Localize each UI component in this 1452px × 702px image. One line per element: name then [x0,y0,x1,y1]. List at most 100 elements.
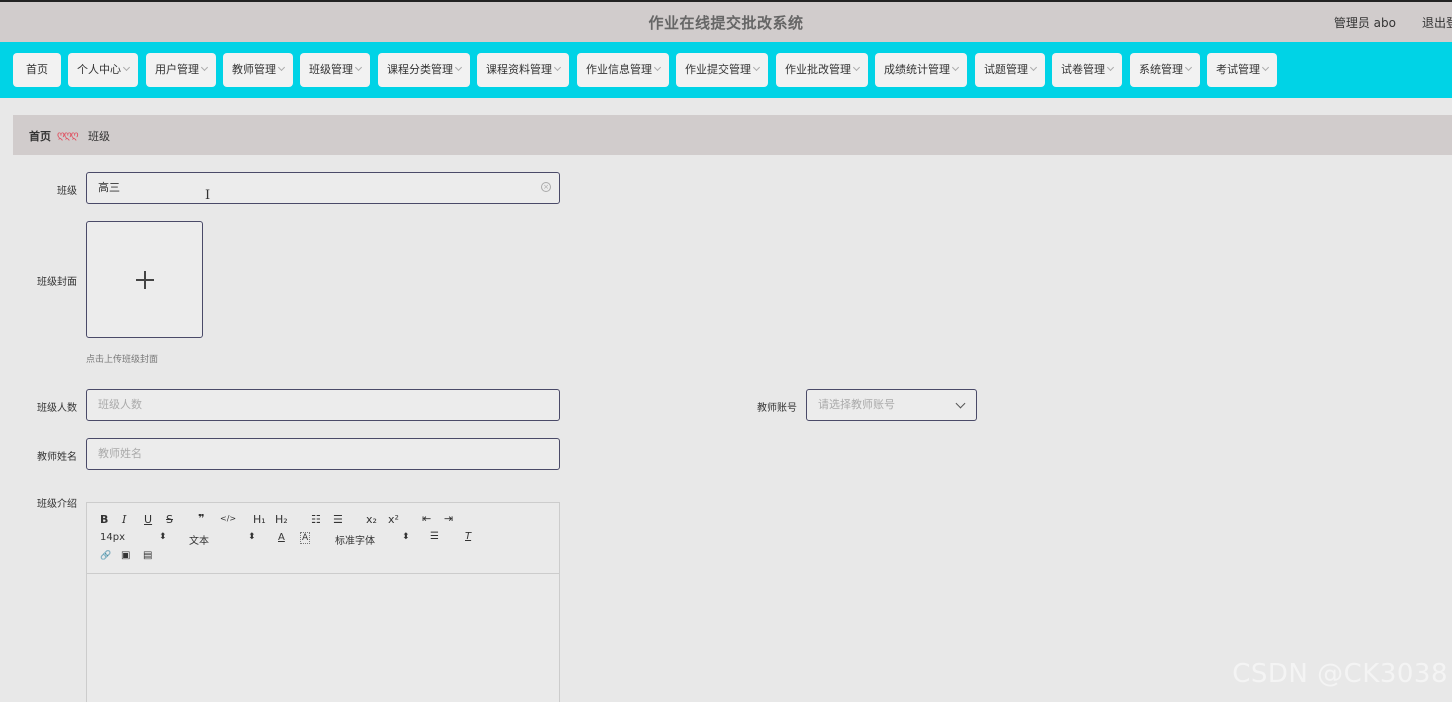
image-icon[interactable]: ▣ [121,550,130,561]
italic-button[interactable]: I [122,513,126,526]
logout-link[interactable]: 退出登 [1422,14,1452,31]
class-label: 班级 [57,186,77,197]
plus-icon-vertical [144,271,146,289]
current-user: 管理员 abo [1333,16,1396,30]
clear-format-icon[interactable]: T [465,531,471,542]
align-icon[interactable]: ☰ [430,531,439,542]
breadcrumb-home[interactable]: 首页 [29,128,51,144]
nav-class-management[interactable]: 班级管理 [300,53,370,87]
underline-button[interactable]: U [144,513,152,526]
nav-label: 首页 [26,63,48,76]
chevron-down-icon [1106,63,1115,72]
nav-label: 班级管理 [309,63,353,76]
nav-label: 试题管理 [984,63,1028,76]
nav-course-material-management[interactable]: 课程资料管理 [477,53,569,87]
class-input-value: 高三 [98,181,120,194]
nav-course-category-management[interactable]: 课程分类管理 [378,53,470,87]
cover-label: 班级封面 [37,277,77,288]
chevron-down-icon [955,398,966,409]
editor-content-area[interactable] [87,574,559,702]
chevron-down-icon [277,63,286,72]
nav-score-stats-management[interactable]: 成绩统计管理 [875,53,967,87]
h1-button[interactable]: H₁ [253,513,266,526]
video-icon[interactable]: ▤ [143,550,152,561]
font-color-icon[interactable]: A [278,532,285,543]
count-label: 班级人数 [37,403,77,414]
bullet-list-icon[interactable]: ☰ [333,513,343,526]
nav-personal-center[interactable]: 个人中心 [68,53,138,87]
background-color-icon[interactable]: A [300,532,311,544]
chevron-down-icon [951,63,960,72]
breadcrumb-current: 班级 [88,130,110,143]
nav-homework-submit-management[interactable]: 作业提交管理 [676,53,768,87]
teacher-account-label: 教师账号 [757,403,797,414]
teacher-name-label: 教师姓名 [37,452,77,463]
nav-paper-management[interactable]: 试卷管理 [1052,53,1122,87]
nav-user-management[interactable]: 用户管理 [146,53,216,87]
nav-label: 作业提交管理 [685,63,751,76]
nav-label: 系统管理 [1139,63,1183,76]
quote-icon[interactable]: ❞ [198,512,204,525]
chevron-down-icon [1184,63,1193,72]
editor-toolbar: B I U S ❞ </> H₁ H₂ ☷ ☰ x₂ x² ⇤ ⇥ 14px ⬍… [87,503,559,574]
nav-question-management[interactable]: 试题管理 [975,53,1045,87]
intro-label: 班级介绍 [37,499,77,510]
chevron-down-icon [200,63,209,72]
chevron-down-icon [752,63,761,72]
class-input[interactable]: 高三 I × [86,172,560,204]
nav-home[interactable]: 首页 [13,53,61,87]
nav-exam-management[interactable]: 考试管理 [1207,53,1277,87]
h2-button[interactable]: H₂ [275,513,288,526]
ordered-list-icon[interactable]: ☷ [311,513,321,526]
nav-homework-grading-management[interactable]: 作业批改管理 [776,53,868,87]
style-select[interactable]: 文本 [189,532,209,547]
teacher-account-placeholder: 请选择教师账号 [818,398,895,411]
size-select-arrow-icon: ⬍ [159,532,167,542]
cover-upload[interactable] [86,221,203,338]
indent-icon[interactable]: ⇥ [444,512,453,525]
chevron-down-icon [553,63,562,72]
code-icon[interactable]: </> [220,514,236,523]
nav-label: 作业信息管理 [586,63,652,76]
nav-label: 个人中心 [77,63,121,76]
title-bar: 作业在线提交批改系统 管理员 abo 退出登 [0,0,1452,42]
font-select-arrow-icon: ⬍ [402,532,410,542]
chevron-down-icon [653,63,662,72]
watermark: CSDN @CK3038 [1232,659,1448,689]
main-nav: 首页 个人中心 用户管理 教师管理 班级管理 课程分类管理 课程资料管理 作业信… [0,42,1452,98]
text-cursor-icon: I [205,188,211,203]
cover-upload-hint: 点击上传班级封面 [86,355,159,365]
count-placeholder: 班级人数 [98,398,142,411]
style-select-arrow-icon: ⬍ [248,532,256,542]
outdent-icon[interactable]: ⇤ [422,512,431,525]
nav-homework-info-management[interactable]: 作业信息管理 [577,53,669,87]
teacher-account-select[interactable]: 请选择教师账号 [806,389,977,421]
chevron-down-icon [1261,63,1270,72]
breadcrumb: 首页 ღღღ 班级 [13,115,1452,155]
chevron-down-icon [354,63,363,72]
chevron-down-icon [852,63,861,72]
teacher-name-input[interactable]: 教师姓名 [86,438,560,470]
nav-label: 教师管理 [232,63,276,76]
nav-label: 考试管理 [1216,63,1260,76]
teacher-name-placeholder: 教师姓名 [98,447,142,460]
count-input[interactable]: 班级人数 [86,389,560,421]
subscript-button[interactable]: x₂ [366,513,377,526]
bold-button[interactable]: B [100,513,108,526]
strike-button[interactable]: S [166,513,173,526]
rich-text-editor: B I U S ❞ </> H₁ H₂ ☷ ☰ x₂ x² ⇤ ⇥ 14px ⬍… [86,502,560,702]
chevron-down-icon [122,63,131,72]
chevron-down-icon [1029,63,1038,72]
breadcrumb-separator-icon: ღღღ [57,130,79,141]
font-select[interactable]: 标准字体 [335,532,375,547]
nav-label: 课程资料管理 [486,63,552,76]
superscript-button[interactable]: x² [388,513,399,526]
nav-system-management[interactable]: 系统管理 [1130,53,1200,87]
link-icon[interactable]: 🔗 [100,551,111,561]
clear-icon[interactable]: × [541,182,551,192]
nav-label: 成绩统计管理 [884,63,950,76]
nav-teacher-management[interactable]: 教师管理 [223,53,293,87]
chevron-down-icon [454,63,463,72]
size-select[interactable]: 14px [100,532,125,543]
nav-label: 课程分类管理 [387,63,453,76]
